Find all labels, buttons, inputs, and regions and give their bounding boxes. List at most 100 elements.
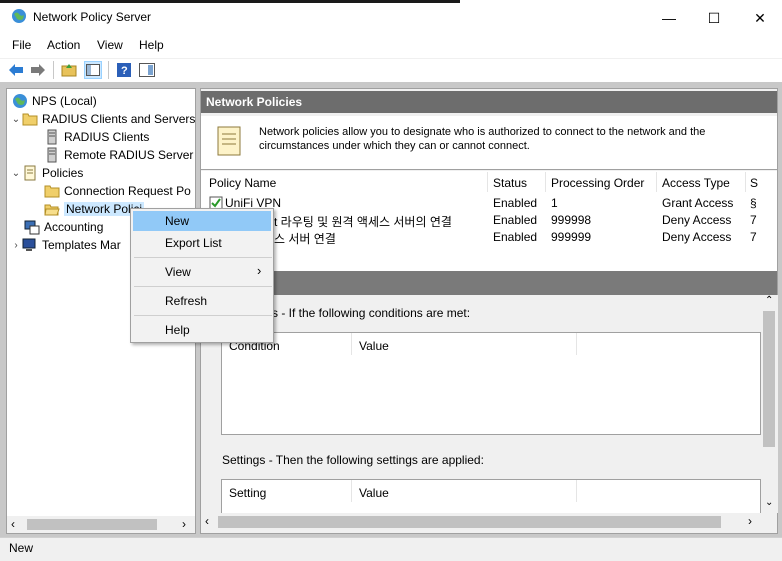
menu-action[interactable]: Action <box>47 38 80 52</box>
minimize-button[interactable]: — <box>646 3 692 33</box>
cell-status: Enabled <box>493 230 538 244</box>
context-item-new-highlight[interactable] <box>133 211 271 231</box>
tree-horizontal-scrollbar[interactable]: ‹ › <box>7 516 195 533</box>
tree-item-radius-clients-servers[interactable]: ⌄ RADIUS Clients and Servers <box>10 110 196 128</box>
menu-view[interactable]: View <box>97 38 123 52</box>
scroll-thumb[interactable] <box>27 519 157 530</box>
tree-item-connection-request[interactable]: Connection Request Po <box>10 182 195 200</box>
menu-file[interactable]: File <box>12 38 31 52</box>
cell-order: 999999 <box>551 230 592 244</box>
column-processing-order[interactable]: Processing Order <box>551 176 644 190</box>
templates-icon <box>22 238 36 251</box>
tree-label: Templates Mar <box>42 238 121 252</box>
context-item-view[interactable]: View <box>165 265 191 279</box>
column-value: Value <box>359 486 389 500</box>
status-bar <box>0 537 782 561</box>
tree-label: RADIUS Clients and Servers <box>42 112 196 126</box>
settings-label: Settings - Then the following settings a… <box>222 453 484 467</box>
scroll-down-icon[interactable]: ⌄ <box>765 497 773 508</box>
column-divider[interactable] <box>656 172 657 192</box>
column-policy-name[interactable]: Policy Name <box>209 176 276 190</box>
description-text: Network policies allow you to designate … <box>259 126 706 152</box>
server-icon <box>47 147 57 163</box>
context-item-new[interactable]: New <box>165 214 189 228</box>
settings-table: Setting Value <box>221 479 761 513</box>
scroll-left-icon[interactable]: ‹ <box>205 514 209 528</box>
context-item-export-list[interactable]: Export List <box>165 236 222 250</box>
scroll-up-icon[interactable]: ⌃ <box>765 295 773 306</box>
back-arrow-icon[interactable] <box>7 61 25 79</box>
folder-icon <box>44 185 60 198</box>
column-value: Value <box>359 339 389 353</box>
tree-label: Accounting <box>44 220 104 234</box>
server-icon <box>47 129 57 145</box>
menu-help[interactable]: Help <box>139 38 164 52</box>
tree-item-nps-local[interactable]: NPS (Local) <box>10 92 195 110</box>
maximize-button[interactable]: ☐ <box>691 3 737 33</box>
column-divider <box>351 480 352 502</box>
toolbar-separator-2 <box>108 61 109 79</box>
cell-status: Enabled <box>493 196 538 210</box>
column-status[interactable]: Status <box>493 176 527 190</box>
pane-header: Network Policies <box>201 91 777 113</box>
tree-label: Connection Request Po <box>64 184 191 198</box>
cell-access-type: Deny Access <box>662 213 732 227</box>
conditions-table: Condition Value <box>221 332 761 435</box>
cell-order: 1 <box>551 196 558 210</box>
tree-label: Policies <box>42 166 84 180</box>
policy-scroll-icon <box>217 126 241 156</box>
column-access-type[interactable]: Access Type <box>662 176 730 190</box>
scroll-thumb[interactable] <box>218 516 721 528</box>
show-hide-tree-icon[interactable] <box>84 61 102 79</box>
scroll-right-icon[interactable]: › <box>182 517 186 531</box>
properties-pane-icon[interactable] <box>138 61 156 79</box>
table-row[interactable]: t 라우팅 및 원격 액세스 서버의 연결 Enabled 999998 Den… <box>201 211 777 229</box>
nps-globe-icon <box>13 94 27 108</box>
close-button[interactable]: ✕ <box>737 3 782 33</box>
column-divider <box>576 333 577 355</box>
tree-label: RADIUS Clients <box>64 130 150 144</box>
table-row[interactable]: 스 서버 연결 Enabled 999999 Deny Access 7 <box>201 228 777 246</box>
chevron-right-icon[interactable]: › <box>10 240 22 251</box>
cell-source: 7 <box>750 230 757 244</box>
menu-separator <box>134 286 272 287</box>
open-folder-icon <box>44 204 60 216</box>
cell-order: 999998 <box>551 213 592 227</box>
column-divider[interactable] <box>487 172 488 192</box>
chevron-down-icon[interactable]: ⌄ <box>10 114 22 125</box>
toolbar-separator <box>53 61 54 79</box>
accounting-icon <box>24 220 40 235</box>
context-item-refresh[interactable]: Refresh <box>165 294 207 308</box>
column-divider[interactable] <box>545 172 546 192</box>
cell-source: § <box>750 196 757 210</box>
scroll-left-icon[interactable]: ‹ <box>11 517 15 531</box>
tree-item-policies[interactable]: ⌄ Policies <box>10 164 195 182</box>
column-divider[interactable] <box>745 172 746 192</box>
conditions-label: s - If the following conditions are met: <box>272 306 471 320</box>
tree-item-remote-radius[interactable]: Remote RADIUS Server <box>10 146 195 164</box>
column-divider <box>351 333 352 355</box>
column-source[interactable]: S <box>750 176 758 190</box>
scroll-thumb[interactable] <box>763 311 775 447</box>
nps-globe-icon <box>12 9 26 23</box>
cell-policy-name: 스 서버 연결 <box>274 232 336 246</box>
folder-icon <box>22 113 38 126</box>
cell-source: 7 <box>750 213 757 227</box>
status-text: New <box>9 541 34 555</box>
cell-access-type: Grant Access <box>662 196 734 210</box>
column-divider <box>576 480 577 502</box>
cell-access-type: Deny Access <box>662 230 732 244</box>
forward-arrow-icon[interactable] <box>29 61 47 79</box>
context-item-help[interactable]: Help <box>165 323 190 337</box>
tree-item-radius-clients[interactable]: RADIUS Clients <box>10 128 195 146</box>
chevron-down-icon[interactable]: ⌄ <box>10 168 22 179</box>
up-folder-icon[interactable] <box>60 61 78 79</box>
svg-text:?: ? <box>121 65 128 77</box>
scroll-right-icon[interactable]: › <box>748 514 752 528</box>
tree-label: Remote RADIUS Server <box>64 148 194 162</box>
menu-separator <box>134 315 272 316</box>
help-icon[interactable]: ? <box>115 61 133 79</box>
details-header-bar <box>201 271 777 295</box>
table-row[interactable]: UniFi VPN Enabled 1 Grant Access § <box>201 194 777 212</box>
tree-label: NPS (Local) <box>32 94 97 108</box>
